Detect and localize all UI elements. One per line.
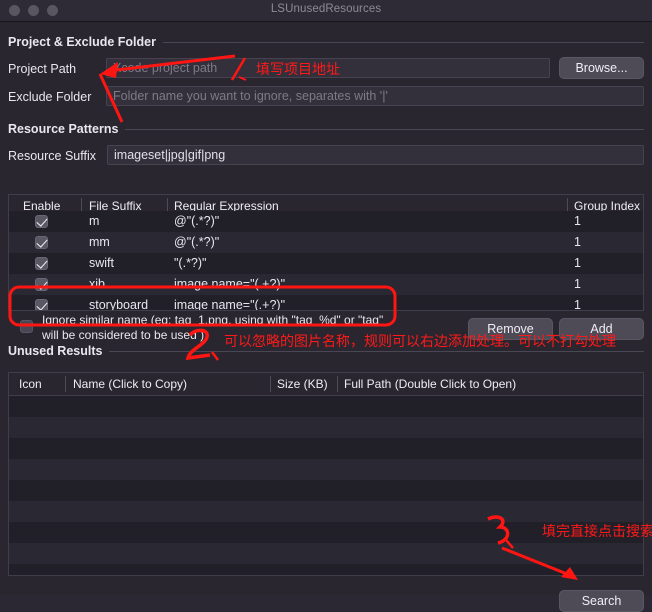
patterns-row-list: m @"(.*?)" 1 mm @"(.*?)" 1 swift "(.*?)" 1 xib ima… — [9, 211, 643, 311]
resource-suffix-label: Resource Suffix — [8, 149, 97, 163]
title-bar: LSUnusedResources — [0, 0, 652, 22]
row-enable-checkbox[interactable] — [35, 215, 48, 228]
cell-file-suffix: swift — [89, 256, 114, 270]
column-header-name[interactable]: Name (Click to Copy) — [73, 373, 187, 395]
annotation-text-1: 填写项目地址 — [256, 62, 340, 78]
section-header-patterns: Resource Patterns — [8, 122, 644, 136]
patterns-table[interactable]: Enable File Suffix Regular Expression Gr… — [8, 194, 644, 311]
cell-regular-expression: image name="(.+?)" — [174, 277, 286, 291]
cell-group-index: 1 — [574, 277, 581, 291]
cell-file-suffix: mm — [89, 235, 110, 249]
results-table-header: Icon Name (Click to Copy) Size (KB) Full… — [9, 373, 643, 396]
cell-file-suffix: xib — [89, 277, 105, 291]
table-row[interactable]: mm @"(.*?)" 1 — [9, 232, 643, 253]
section-rule — [162, 41, 644, 43]
table-row[interactable] — [9, 438, 643, 459]
search-button[interactable]: Search — [559, 590, 644, 612]
row-enable-checkbox[interactable] — [35, 257, 48, 270]
cell-group-index: 1 — [574, 235, 581, 249]
section-title-results: Unused Results — [8, 344, 103, 358]
ignore-similar-name-checkbox[interactable] — [20, 320, 33, 333]
cell-group-index: 1 — [574, 214, 581, 228]
table-row[interactable] — [9, 501, 643, 522]
resource-suffix-input[interactable]: imageset|jpg|gif|png — [107, 145, 644, 165]
cell-group-index: 1 — [574, 256, 581, 270]
table-row[interactable]: xib image name="(.+?)" 1 — [9, 274, 643, 295]
table-row[interactable] — [9, 417, 643, 438]
check-icon — [36, 236, 48, 248]
table-row[interactable] — [9, 396, 643, 417]
section-header-project: Project & Exclude Folder — [8, 35, 644, 49]
cell-file-suffix: storyboard — [89, 298, 149, 311]
check-icon — [36, 257, 48, 269]
section-title-project: Project & Exclude Folder — [8, 35, 156, 49]
table-row[interactable]: m @"(.*?)" 1 — [9, 211, 643, 232]
cell-file-suffix: m — [89, 214, 100, 228]
check-icon — [36, 299, 48, 310]
header-divider[interactable] — [337, 376, 338, 392]
header-divider[interactable] — [270, 376, 271, 392]
cell-regular-expression: "(.*?)" — [174, 256, 207, 270]
section-title-patterns: Resource Patterns — [8, 122, 119, 136]
project-path-label: Project Path — [8, 62, 77, 76]
browse-button[interactable]: Browse... — [559, 57, 644, 79]
check-icon — [36, 278, 48, 290]
header-divider[interactable] — [65, 376, 66, 392]
row-enable-checkbox[interactable] — [35, 299, 48, 310]
cell-regular-expression: @"(.*?)" — [174, 214, 220, 228]
annotation-text-2: 可以忽略的图片名称，规则可以右边添加处理。可以不打勾处理 — [224, 334, 616, 350]
table-row[interactable] — [9, 480, 643, 501]
check-icon — [36, 215, 48, 227]
column-header-icon[interactable]: Icon — [19, 373, 42, 395]
exclude-folder-input[interactable]: Folder name you want to ignore, separate… — [106, 86, 644, 106]
results-table[interactable]: Icon Name (Click to Copy) Size (KB) Full… — [8, 372, 644, 576]
table-row[interactable]: swift "(.*?)" 1 — [9, 253, 643, 274]
window-title: LSUnusedResources — [270, 3, 382, 15]
table-row[interactable] — [9, 543, 643, 564]
cell-regular-expression: image name="(.+?)" — [174, 298, 286, 311]
annotation-text-3: 填完直接点击搜索 — [542, 524, 652, 540]
cell-group-index: 1 — [574, 298, 581, 311]
cell-regular-expression: @"(.*?)" — [174, 235, 220, 249]
exclude-folder-label: Exclude Folder — [8, 90, 92, 104]
row-enable-checkbox[interactable] — [35, 236, 48, 249]
column-header-full-path[interactable]: Full Path (Double Click to Open) — [344, 373, 516, 395]
app-window: LSUnusedResources Project & Exclude Fold… — [0, 0, 652, 612]
table-row[interactable] — [9, 459, 643, 480]
row-enable-checkbox[interactable] — [35, 278, 48, 291]
column-header-size[interactable]: Size (KB) — [277, 373, 328, 395]
table-row[interactable]: storyboard image name="(.+?)" 1 — [9, 295, 643, 311]
window-content: Project & Exclude Folder Project Path Xc… — [0, 22, 652, 612]
section-rule — [125, 128, 644, 130]
